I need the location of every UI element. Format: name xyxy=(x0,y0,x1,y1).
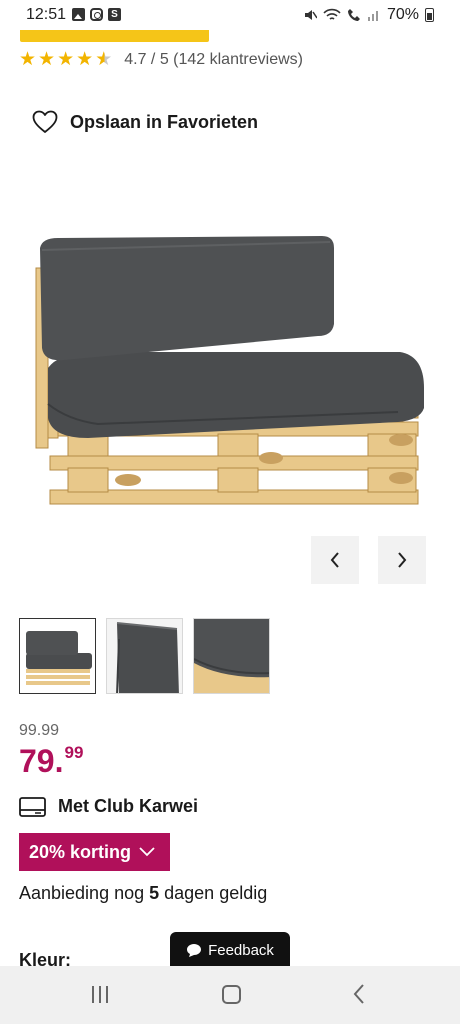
notification-icons: S xyxy=(72,8,121,21)
status-right: 70% xyxy=(303,6,434,24)
battery-icon xyxy=(425,8,434,22)
recent-apps-icon xyxy=(92,986,94,1003)
rating[interactable]: ★ ★ ★ ★ ★ 4.7 / 5 (142 klantreviews) xyxy=(19,50,303,70)
old-price: 99.99 xyxy=(19,722,60,739)
star-rating: ★ ★ ★ ★ ★ xyxy=(19,50,112,70)
s-app-icon: S xyxy=(108,8,121,21)
recent-apps-icon xyxy=(106,986,108,1003)
gallery-icon xyxy=(72,8,85,21)
discount-dropdown[interactable]: 20% korting xyxy=(19,833,170,871)
product-image xyxy=(35,236,424,505)
cushion-corner-thumbnail xyxy=(194,619,269,693)
half-star-icon: ★ xyxy=(95,49,113,70)
offer-prefix: Aanbieding nog xyxy=(19,883,150,903)
chevron-left-icon xyxy=(330,552,339,568)
feedback-label: Feedback xyxy=(208,941,274,959)
discount-label: 20% korting xyxy=(29,841,132,862)
battery-text: 70% xyxy=(386,6,419,23)
pallet-sofa-thumbnail xyxy=(26,631,92,685)
rating-text[interactable]: 4.7 / 5 (142 klantreviews) xyxy=(124,51,303,69)
instagram-icon xyxy=(90,8,103,21)
recent-apps-icon xyxy=(99,986,101,1003)
system-nav-bar xyxy=(0,966,460,1024)
price-integer: 79. xyxy=(19,743,64,779)
star-icon: ★ xyxy=(57,49,75,70)
recent-apps-button[interactable] xyxy=(92,986,108,1003)
offer-suffix: dagen geldig xyxy=(159,883,268,903)
price-decimals: 99 xyxy=(64,743,84,762)
star-icon: ★ xyxy=(38,49,56,70)
status-bar: 12:51 S 70% xyxy=(0,0,460,30)
new-price: 79. 99 xyxy=(19,742,83,780)
club-karwei: Met Club Karwei xyxy=(19,796,198,817)
offer-days: 5 xyxy=(149,883,160,903)
gallery-prev-button[interactable] xyxy=(311,536,359,584)
thumbnail-strip xyxy=(19,618,270,694)
highlight-bar xyxy=(20,30,209,42)
thumbnail-3[interactable] xyxy=(193,618,270,694)
chevron-down-icon xyxy=(139,847,155,857)
thumbnail-1[interactable] xyxy=(19,618,96,694)
feedback-button[interactable]: Feedback xyxy=(170,932,290,968)
signal-icon xyxy=(367,11,378,21)
club-label: Met Club Karwei xyxy=(58,796,199,816)
star-icon: ★ xyxy=(19,49,37,70)
call-icon xyxy=(347,9,360,21)
gallery-next-button[interactable] xyxy=(378,536,426,584)
status-time: 12:51 xyxy=(26,6,67,23)
chat-bubble-icon xyxy=(187,943,202,957)
back-icon xyxy=(353,984,364,1004)
save-favorite-button[interactable]: Opslaan in Favorieten xyxy=(32,110,258,134)
heart-outline-icon xyxy=(32,110,58,133)
card-icon xyxy=(19,796,46,817)
mute-icon xyxy=(304,10,317,20)
back-button[interactable] xyxy=(352,982,366,1011)
wifi-icon xyxy=(323,8,341,20)
cushion-edge-thumbnail xyxy=(107,619,182,693)
star-icon: ★ xyxy=(76,49,94,70)
offer-validity: Aanbieding nog 5 dagen geldig xyxy=(19,883,267,904)
favorite-label: Opslaan in Favorieten xyxy=(70,111,259,132)
home-button[interactable] xyxy=(222,985,241,1004)
thumbnail-2[interactable] xyxy=(106,618,183,694)
chevron-right-icon xyxy=(398,552,407,568)
